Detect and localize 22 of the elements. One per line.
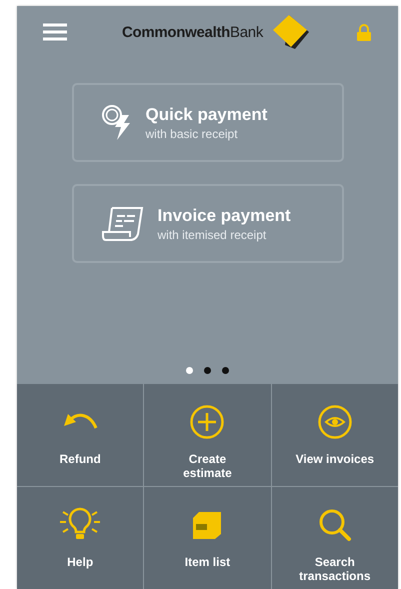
action-tile[interactable]: Search transactions: [272, 487, 398, 589]
action-tile[interactable]: View invoices: [272, 384, 398, 486]
menu-icon[interactable]: [43, 23, 67, 41]
eye-icon: [316, 404, 353, 440]
action-tile[interactable]: Help: [17, 487, 144, 589]
option-title: Invoice payment: [158, 206, 291, 226]
action-tile[interactable]: Item list: [144, 487, 271, 589]
plus-circle-icon: [189, 404, 226, 440]
action-tile[interactable]: Refund: [17, 384, 144, 486]
page-dot[interactable]: [222, 367, 229, 374]
option-subtitle: with basic receipt: [146, 126, 239, 140]
option-title: Quick payment: [146, 104, 268, 124]
payment-option-card[interactable]: Quick payment with basic receipt: [72, 83, 344, 162]
lock-icon[interactable]: [356, 24, 372, 40]
action-tile[interactable]: Create estimate: [144, 384, 271, 486]
option-subtitle: with itemised receipt: [158, 228, 268, 242]
payment-option-card[interactable]: Invoice payment with itemised receipt: [72, 184, 344, 263]
search-icon: [316, 507, 353, 543]
page-dot[interactable]: [186, 367, 193, 374]
diamond-logo-icon: [271, 15, 312, 49]
bank-logo-text: CommonwealthBank: [122, 24, 264, 40]
page-dot[interactable]: [204, 367, 211, 374]
